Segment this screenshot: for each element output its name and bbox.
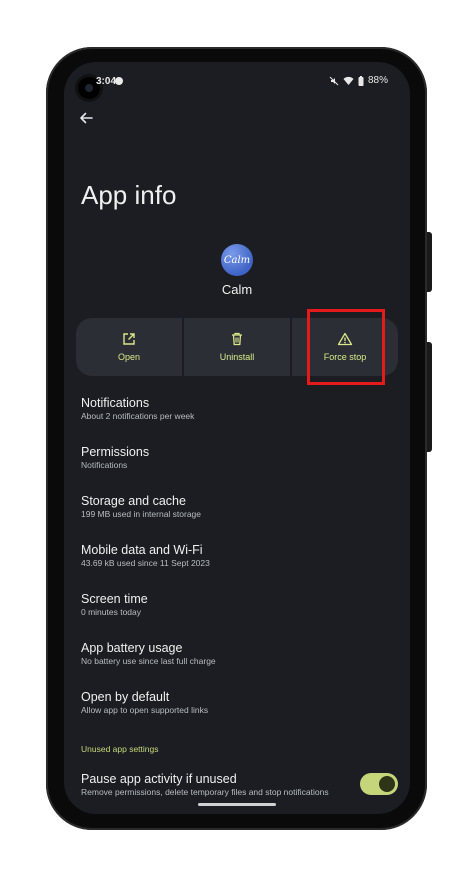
notification-dot-icon — [115, 77, 123, 85]
volume-button — [427, 342, 432, 452]
mute-icon — [329, 76, 339, 85]
setting-mobile-data-wifi[interactable]: Mobile data and Wi-Fi 43.69 kB used sinc… — [81, 543, 400, 592]
setting-permissions[interactable]: Permissions Notifications — [81, 445, 400, 494]
setting-battery-usage[interactable]: App battery usage No battery use since l… — [81, 641, 400, 690]
wifi-icon — [343, 76, 354, 85]
calm-app-icon: Calm — [221, 244, 253, 276]
setting-subtitle: 199 MB used in internal storage — [81, 509, 202, 519]
status-time: 3:04 — [96, 76, 117, 87]
unused-app-settings-heading: Unused app settings — [81, 744, 159, 754]
setting-subtitle: Notifications — [81, 460, 128, 470]
setting-notifications[interactable]: Notifications About 2 notifications per … — [81, 396, 400, 445]
pause-subtitle: Remove permissions, delete temporary fil… — [81, 787, 329, 797]
setting-title: Storage and cache — [81, 494, 186, 508]
setting-title: Screen time — [81, 592, 148, 606]
setting-title: Notifications — [81, 396, 150, 410]
settings-list: Notifications About 2 notifications per … — [81, 396, 400, 739]
open-label: Open — [117, 352, 141, 362]
page-title: App info — [81, 180, 177, 210]
setting-title: Permissions — [81, 445, 150, 459]
setting-screen-time[interactable]: Screen time 0 minutes today — [81, 592, 400, 641]
toggle-knob — [379, 776, 395, 792]
battery-level: 88% — [367, 75, 388, 86]
app-icon-text: Calm — [223, 254, 251, 266]
uninstall-label: Uninstall — [219, 352, 255, 362]
home-gesture-bar[interactable] — [198, 803, 276, 806]
battery-icon — [358, 75, 364, 86]
setting-subtitle: Allow app to open supported links — [81, 705, 209, 715]
pause-title: Pause app activity if unused — [81, 772, 237, 786]
arrow-left-icon — [80, 112, 93, 124]
open-external-icon — [122, 332, 136, 346]
status-icons: 88% — [329, 75, 388, 86]
app-name: Calm — [221, 282, 253, 297]
setting-subtitle: 0 minutes today — [81, 607, 142, 617]
screen: 3:04 88% App info Calm Calm Open Uninsta… — [64, 62, 410, 814]
pause-app-activity-row[interactable]: Pause app activity if unused Remove perm… — [81, 772, 351, 798]
setting-open-by-default[interactable]: Open by default Allow app to open suppor… — [81, 690, 400, 739]
setting-title: App battery usage — [81, 641, 183, 655]
setting-storage-and-cache[interactable]: Storage and cache 199 MB used in interna… — [81, 494, 400, 543]
force-stop-highlight-box — [307, 309, 385, 385]
trash-icon — [230, 332, 244, 346]
back-button[interactable] — [76, 108, 96, 128]
setting-subtitle: 43.69 kB used since 11 Sept 2023 — [81, 558, 210, 568]
setting-title: Open by default — [81, 690, 170, 704]
setting-title: Mobile data and Wi-Fi — [81, 543, 203, 557]
power-button — [427, 232, 432, 292]
setting-subtitle: About 2 notifications per week — [81, 411, 195, 421]
status-bar: 3:04 88% — [64, 70, 410, 99]
setting-subtitle: No battery use since last full charge — [81, 656, 216, 666]
open-button[interactable]: Open — [76, 318, 182, 376]
uninstall-button[interactable]: Uninstall — [184, 318, 290, 376]
pause-activity-toggle[interactable] — [360, 773, 398, 795]
